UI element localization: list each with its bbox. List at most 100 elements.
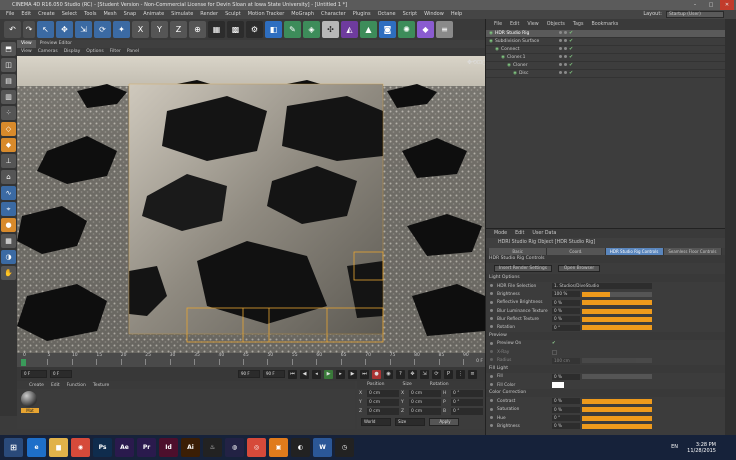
tweak-icon[interactable]: ⌂ (1, 170, 16, 184)
visibility-toggles[interactable]: ✔ (559, 71, 574, 76)
property-value-field[interactable]: 0 % (552, 423, 580, 430)
property-value-field[interactable]: 0 % (552, 308, 580, 315)
prev-key-icon[interactable]: ◀ (300, 369, 309, 379)
word-icon[interactable]: W (313, 438, 332, 457)
visibility-toggles[interactable]: ✔ (559, 39, 574, 44)
property-slider[interactable] (582, 415, 652, 421)
tab-preview-editor[interactable]: Preview Editor (36, 40, 76, 48)
menu-edit[interactable]: Edit (21, 10, 31, 19)
maximize-button[interactable]: □ (704, 0, 718, 10)
property-value-field[interactable]: 0 % (552, 398, 580, 405)
menu-window[interactable]: Window (424, 10, 444, 19)
start-frame-field[interactable]: 0 F (21, 370, 47, 378)
layout-select[interactable]: Startup (User) (666, 11, 724, 18)
attribute-tab[interactable]: HDR Studio Rig Controls (605, 248, 664, 255)
environment-icon[interactable]: ▲ (360, 21, 377, 38)
property-value-field[interactable]: 0 ° (552, 415, 580, 421)
coord-rot-field[interactable]: 0 ° (451, 390, 483, 397)
am-menu-mode[interactable]: Mode (494, 231, 507, 236)
menu-help[interactable]: Help (451, 10, 462, 19)
attribute-tab[interactable]: Basic (489, 248, 548, 255)
material-menu-create[interactable]: Create (29, 383, 44, 388)
xray-checkbox[interactable] (552, 349, 557, 355)
paint-icon[interactable]: ● (1, 218, 16, 232)
media-icon[interactable]: ◐ (291, 438, 310, 457)
edges-mode-icon[interactable]: ◇ (1, 122, 16, 136)
minimize-button[interactable]: – (688, 0, 702, 10)
ie-icon[interactable]: e (27, 438, 46, 457)
script-icon[interactable]: ≡ (436, 21, 453, 38)
menu-octane[interactable]: Octane (378, 10, 396, 19)
menu-file[interactable]: File (6, 10, 14, 19)
render-view-icon[interactable]: ▦ (208, 21, 225, 38)
3d-viewport[interactable]: ✥⟲⊡▢ (17, 56, 485, 353)
playhead[interactable] (21, 359, 26, 366)
prev-frame-icon[interactable]: ◂ (312, 369, 321, 379)
property-slider[interactable] (582, 398, 652, 404)
texture-mode-icon[interactable]: ▤ (1, 74, 16, 88)
material-menu-texture[interactable]: Texture (93, 383, 109, 388)
material-menu-edit[interactable]: Edit (51, 383, 60, 388)
grid-icon[interactable]: ▦ (1, 234, 16, 248)
tab-view[interactable]: View (17, 40, 36, 48)
fill-slider[interactable] (582, 374, 652, 380)
material-swatch[interactable]: Mat (21, 391, 39, 415)
position-key-icon[interactable]: ✥ (408, 369, 417, 379)
menu-tools[interactable]: Tools (84, 10, 96, 19)
property-value-field[interactable]: 0 % (552, 299, 580, 306)
menu-create[interactable]: Create (38, 10, 55, 19)
fill-field[interactable]: 0 % (552, 373, 580, 380)
next-frame-icon[interactable]: ▸ (336, 369, 345, 379)
menu-render[interactable]: Render (200, 10, 218, 19)
viewport-menu-view[interactable]: View (21, 48, 32, 56)
menu-select[interactable]: Select (62, 10, 77, 19)
current-frame-field[interactable]: 0 F (50, 370, 72, 378)
visibility-toggles[interactable]: ✔ (559, 63, 574, 68)
play-icon[interactable]: ▶ (324, 369, 333, 379)
polygons-mode-icon[interactable]: ◆ (1, 138, 16, 152)
app-icon[interactable]: ◷ (335, 438, 354, 457)
right-side-tabs[interactable] (725, 19, 736, 435)
open-browser-button[interactable]: Open Browser (558, 265, 600, 272)
property-value-field[interactable]: 0 ° (552, 324, 580, 331)
scale-key-icon[interactable]: ⇲ (420, 369, 429, 379)
autokey-icon[interactable]: ◉ (384, 369, 393, 379)
next-key-icon[interactable]: ▶ (348, 369, 357, 379)
workplane-icon[interactable]: ▥ (1, 90, 16, 104)
points-mode-icon[interactable]: ⁘ (1, 106, 16, 120)
om-menu-file[interactable]: File (494, 21, 502, 28)
sculpt-icon[interactable]: ✋ (1, 266, 16, 280)
z-axis-icon[interactable]: Z (170, 21, 187, 38)
redo-icon[interactable]: ↷ (23, 21, 35, 38)
property-slider[interactable] (582, 300, 652, 306)
property-value-field[interactable]: 1. Studios/DiveStudio (552, 283, 652, 290)
chrome2-icon[interactable]: ◎ (247, 438, 266, 457)
object-row[interactable]: ◉ Disc ✔ (486, 70, 725, 78)
property-value-field[interactable]: 0 % (552, 406, 580, 413)
render-settings-icon[interactable]: ⚙ (246, 21, 263, 38)
cinema4d-icon[interactable]: ◍ (225, 438, 244, 457)
attribute-tab[interactable]: Seamless Floor Controls (663, 248, 722, 255)
photos-icon[interactable]: ▣ (269, 438, 288, 457)
end-frame-field[interactable]: 90 F (238, 370, 260, 378)
goto-start-icon[interactable]: ⏮ (288, 369, 297, 379)
chrome-icon[interactable]: ◉ (71, 438, 90, 457)
param-key-icon[interactable]: P (444, 369, 453, 379)
property-slider[interactable] (582, 407, 652, 413)
deformer-icon[interactable]: ◭ (341, 21, 358, 38)
viewport-menu-options[interactable]: Options (86, 48, 103, 56)
x-axis-icon[interactable]: X (132, 21, 149, 38)
coord-pos-field[interactable]: 0 cm (367, 390, 399, 397)
coord-pos-field[interactable]: 0 cm (367, 399, 399, 406)
menu-mograph[interactable]: MoGraph (291, 10, 314, 19)
apply-button[interactable]: Apply (429, 418, 459, 426)
language-indicator[interactable]: EN (671, 444, 678, 450)
viewport-menu-panel[interactable]: Panel (127, 48, 139, 56)
subdivision-icon[interactable]: ◈ (303, 21, 320, 38)
illustrator-icon[interactable]: Ai (181, 438, 200, 457)
preview-on-checkbox[interactable]: ✔ (552, 341, 556, 346)
menu-plugins[interactable]: Plugins (353, 10, 371, 19)
camera-icon[interactable]: ◙ (379, 21, 396, 38)
goto-end-icon[interactable]: ⏭ (360, 369, 369, 379)
menu-sculpt[interactable]: Sculpt (225, 10, 241, 19)
